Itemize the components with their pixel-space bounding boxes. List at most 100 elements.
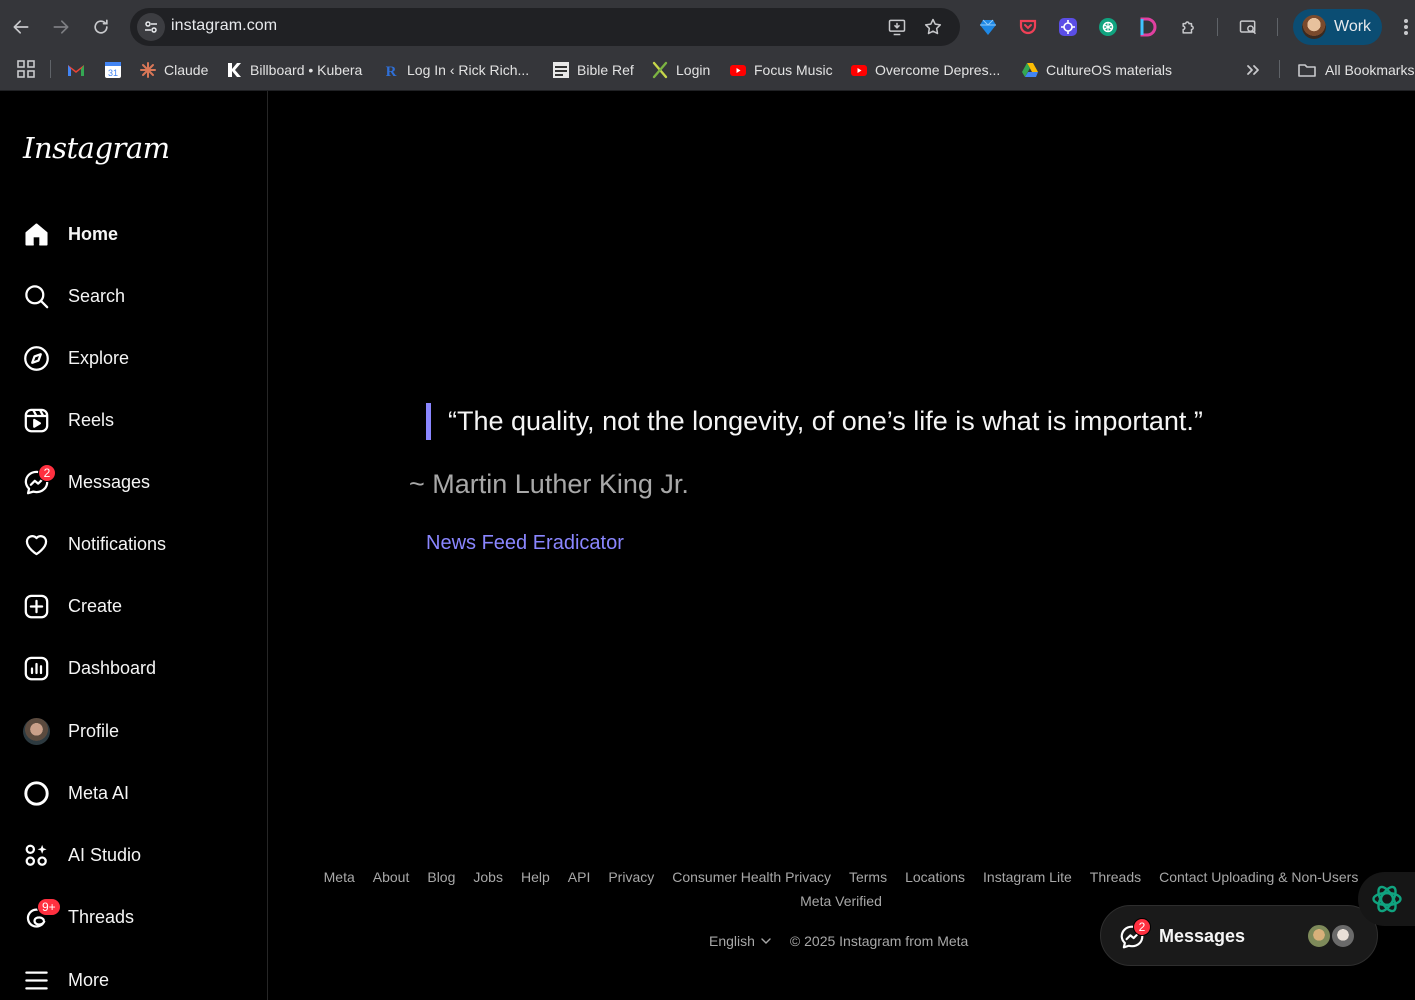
sidebar-item-reels[interactable]: Reels [12,396,256,444]
footer-link[interactable]: Threads [1090,869,1141,885]
sidebar-item-label: Notifications [68,534,167,554]
footer-link[interactable]: Instagram Lite [983,869,1072,885]
bookmark-bible-ref[interactable]: Bible Ref [552,57,634,83]
browser-chrome: instagram.com Work 31 Claude Billboard •… [0,0,1415,91]
language-selector[interactable]: English [709,933,772,949]
footer-link[interactable]: Privacy [608,869,654,885]
sidebar-item-notifications[interactable]: Notifications [12,520,256,568]
sidebar-item-label: Threads [68,907,135,927]
sidebar-item-home[interactable]: Home [12,210,256,258]
bookmark-label: Overcome Depres... [875,62,1001,78]
tab-search-icon [1239,20,1257,35]
site-info-button[interactable] [137,13,165,41]
chatgpt-floating-button[interactable] [1358,872,1415,926]
sidebar-item-label: Create [68,596,123,616]
bookmark-claude[interactable]: Claude [139,57,208,83]
bookmark-star-button[interactable] [921,15,945,39]
search-icon [22,282,50,310]
messages-floating-button[interactable]: 2 Messages [1100,905,1378,966]
bookmark-calendar[interactable]: 31 [104,57,129,83]
sidebar-item-label: More [68,970,110,990]
sidebar-item-meta-ai[interactable]: Meta AI [12,769,256,817]
url-text[interactable]: instagram.com [171,17,277,35]
chatgpt-icon [1371,885,1402,913]
extensions-menu-button[interactable] [1177,15,1201,39]
reload-icon [94,19,108,34]
chevron-double-right-icon[interactable] [1243,60,1263,80]
extension-pocket-button[interactable] [1016,15,1040,39]
sidebar-item-label: Messages [68,472,151,492]
bookmarks-divider [50,60,51,78]
footer-link[interactable]: Blog [427,869,455,885]
sidebar-item-messages[interactable]: 2 Messages [12,458,256,506]
chevron-down-icon [761,938,771,944]
google-drive-icon [1021,61,1039,79]
d-logo-icon [1140,17,1157,37]
ai-studio-icon [22,841,50,869]
footer-links: Meta About Blog Jobs Help API Privacy Co… [315,869,1367,909]
toolbar-divider [1277,18,1278,36]
address-bar[interactable]: instagram.com [130,8,960,46]
instagram-logo[interactable]: Instagram [23,131,170,165]
language-label: English [709,933,755,949]
footer-link[interactable]: Meta Verified [800,893,882,909]
bookmark-cultureos[interactable]: CultureOS materials [1021,57,1172,83]
sidebar-item-label: Profile [68,721,120,741]
footer-link[interactable]: Consumer Health Privacy [672,869,831,885]
tune-icon [145,21,157,33]
pocket-icon [1019,19,1037,35]
sidebar-item-label: Reels [68,410,115,430]
messages-label: Messages [1159,926,1246,946]
install-app-button[interactable] [885,15,909,39]
apps-grid-icon[interactable] [16,59,36,79]
sidebar-item-more[interactable]: More [12,956,256,1000]
bookmarks-divider [1279,60,1280,78]
bookmark-overcome-depression[interactable]: Overcome Depres... [850,57,1000,83]
bookmark-focus-music[interactable]: Focus Music [729,57,833,83]
footer-link[interactable]: Terms [849,869,887,885]
bookmark-label: Claude [164,62,209,78]
back-button[interactable] [6,12,36,42]
footer-link[interactable]: Help [521,869,550,885]
dashboard-icon [22,654,50,682]
bookmark-label: Log In ‹ Rick Rich... [407,62,530,78]
bookmark-label: Login [676,62,711,78]
profile-button[interactable]: Work [1293,9,1382,45]
extension-d-button[interactable] [1136,15,1160,39]
bookmark-login[interactable]: Login [651,57,710,83]
bookmark-rick-rich[interactable]: R Log In ‹ Rick Rich... [382,57,530,83]
browser-toolbar: instagram.com Work [0,0,1415,53]
diamond-icon [980,19,996,35]
sidebar-item-threads[interactable]: 9+ Threads [12,893,256,941]
extension-purple-button[interactable] [1056,15,1080,39]
bookmark-kubera[interactable]: Billboard • Kubera [225,57,362,83]
sidebar-item-dashboard[interactable]: Dashboard [12,644,256,692]
forward-button[interactable] [46,12,76,42]
quote-author: ~ Martin Luther King Jr. [409,469,689,499]
all-bookmarks-label: All Bookmarks [1325,62,1415,78]
footer-link[interactable]: Locations [905,869,965,885]
meta-ai-icon [22,779,50,807]
folder-icon [1298,64,1316,77]
footer-link[interactable]: Jobs [473,869,503,885]
sidebar-item-profile[interactable]: Profile [12,707,256,755]
news-feed-eradicator-link[interactable]: News Feed Eradicator [426,532,624,555]
footer-bottom: English © 2025 Instagram from Meta [709,933,968,949]
extension-diamond-button[interactable] [976,15,1000,39]
rr-icon: R [382,61,400,79]
reload-button[interactable] [86,12,116,42]
sidebar-item-create[interactable]: Create [12,582,256,630]
tab-search-button[interactable] [1236,15,1260,39]
sidebar-item-ai-studio[interactable]: AI Studio [12,831,256,879]
footer-link[interactable]: API [568,869,591,885]
all-bookmarks-button[interactable]: All Bookmarks [1297,57,1414,83]
sidebar-item-search[interactable]: Search [12,272,256,320]
footer-link[interactable]: Contact Uploading & Non-Users [1159,869,1358,885]
bookmark-gmail[interactable] [67,57,92,83]
avatar [22,717,50,745]
footer-link[interactable]: Meta [324,869,355,885]
browser-menu-button[interactable] [1396,14,1415,40]
extension-chatgpt-button[interactable] [1096,15,1120,39]
sidebar-item-explore[interactable]: Explore [12,334,256,382]
footer-link[interactable]: About [373,869,410,885]
